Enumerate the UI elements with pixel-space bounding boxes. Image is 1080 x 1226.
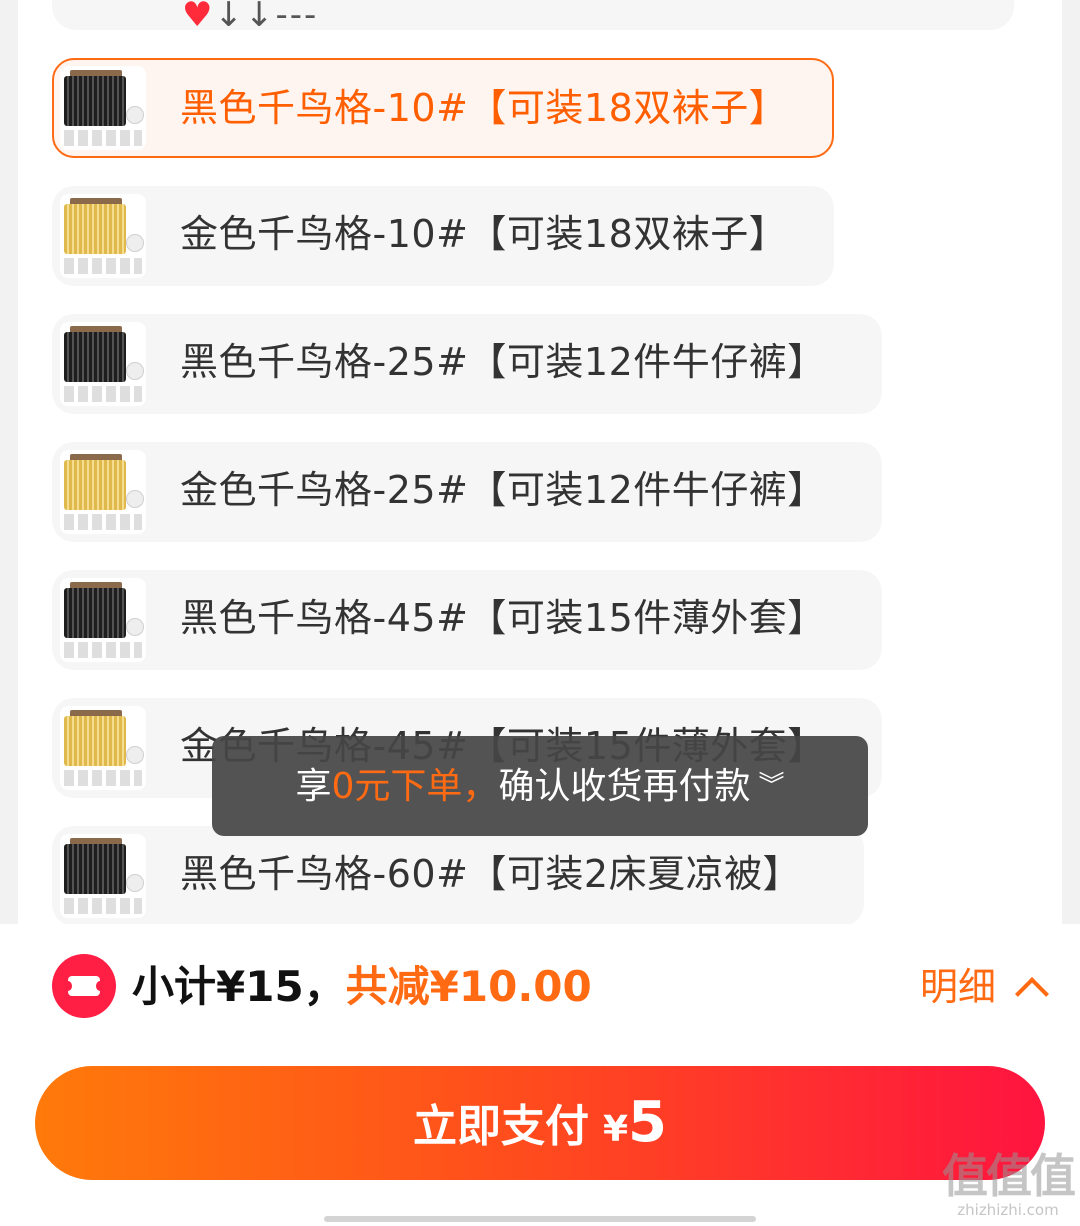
detail-label: 明细	[919, 965, 996, 1009]
toast-prefix: 享	[295, 766, 332, 807]
top-row-icons: ♥↓↓---	[182, 0, 318, 32]
watermark-url: zhizhizhi.com	[957, 1201, 1059, 1219]
sku-option-label: 黑色千鸟格-10#【可装18双袜子】	[180, 86, 788, 130]
sku-option[interactable]: 黑色千鸟格-10#【可装18双袜子】	[52, 58, 834, 158]
checkout-footer: 小计¥15，共减¥10.00 明细 立即支付 ¥5	[0, 924, 1080, 1226]
sku-thumbnail	[60, 834, 146, 918]
sku-thumbnail	[60, 194, 146, 278]
sku-option-label: 黑色千鸟格-45#【可装15件薄外套】	[180, 596, 826, 640]
sku-option-label: 黑色千鸟格-25#【可装12件牛仔裤】	[180, 340, 826, 384]
sku-option[interactable]: 金色千鸟格-10#【可装18双袜子】	[52, 186, 834, 286]
heart-icon: ♥	[182, 0, 215, 35]
sku-option-label: 金色千鸟格-10#【可装18双袜子】	[180, 212, 788, 256]
watermark-logo-text: 值值值	[942, 1149, 1076, 1203]
sku-option-label: 金色千鸟格-25#【可装12件牛仔裤】	[180, 468, 826, 512]
pay-later-toast[interactable]: 享0元下单，确认收货再付款 ︾	[212, 736, 868, 836]
detail-toggle[interactable]: 明细	[919, 954, 1049, 1020]
dash-icon: ---	[275, 0, 319, 35]
discount-text: 共减¥10.00	[345, 962, 592, 1011]
arrow-down-icon: ↓	[244, 0, 276, 35]
sku-option-label: 黑色千鸟格-60#【可装2床夏凉被】	[180, 852, 802, 896]
sku-thumbnail	[60, 66, 146, 150]
sku-thumbnail	[60, 322, 146, 406]
pay-button-amount: 5	[628, 1090, 668, 1155]
sku-thumbnail	[60, 706, 146, 790]
sku-thumbnail	[60, 450, 146, 534]
sku-thumbnail	[60, 578, 146, 662]
pay-button-currency: ¥	[602, 1109, 629, 1150]
toast-suffix: 确认收货再付款	[498, 766, 751, 807]
sku-option[interactable]: 黑色千鸟格-45#【可装15件薄外套】	[52, 570, 882, 670]
subtotal-summary: 小计¥15，共减¥10.00	[132, 954, 592, 1020]
home-indicator[interactable]	[324, 1216, 756, 1222]
pay-now-button[interactable]: 立即支付 ¥5	[35, 1066, 1045, 1180]
watermark-logo: 值值值 zhizhizhi.com	[942, 1149, 1076, 1219]
toast-highlight: 0元下单，	[331, 766, 499, 807]
sku-option-partial[interactable]: ♥↓↓---	[52, 0, 1014, 32]
sku-option[interactable]: 黑色千鸟格-25#【可装12件牛仔裤】	[52, 314, 882, 414]
coupon-icon	[52, 954, 116, 1018]
arrow-down-icon: ↓	[214, 0, 245, 35]
sku-option[interactable]: 黑色千鸟格-60#【可装2床夏凉被】	[52, 826, 864, 926]
subtotal-text: 小计¥15，	[132, 962, 346, 1011]
chevron-up-icon	[1015, 977, 1049, 1011]
chevron-down-icon: ︾	[758, 771, 785, 801]
sku-option[interactable]: 金色千鸟格-25#【可装12件牛仔裤】	[52, 442, 882, 542]
pay-button-label: 立即支付	[412, 1101, 589, 1152]
